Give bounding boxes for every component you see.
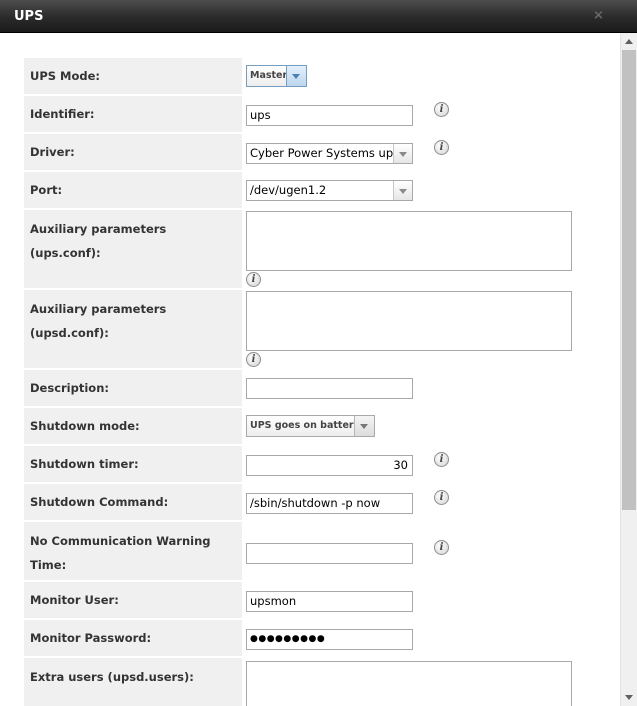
row-aux-upsd: Auxiliary parameters (upsd.conf): i <box>24 290 620 368</box>
shutdown-command-input[interactable]: /sbin/shutdown -p now <box>246 493 413 514</box>
shutdown-mode-value: UPS goes on battery <box>250 420 360 431</box>
dialog-content: UPS Mode: Master Identifier: ups i Drive… <box>4 33 620 706</box>
info-icon[interactable]: i <box>434 490 449 505</box>
row-shutdown-command: Shutdown Command: /sbin/shutdown -p now … <box>24 484 620 520</box>
row-monitor-password: Monitor Password: ●●●●●●●●● <box>24 620 620 656</box>
ups-mode-select[interactable]: Master <box>246 65 307 87</box>
label-cell: Driver: <box>24 134 242 170</box>
dialog-titlebar[interactable]: UPS ⨯ <box>0 0 637 33</box>
row-monitor-user: Monitor User: upsmon <box>24 582 620 618</box>
label-cell: Identifier: <box>24 96 242 132</box>
identifier-label: Identifier: <box>30 107 95 121</box>
label-cell: UPS Mode: <box>24 58 242 94</box>
label-cell: Description: <box>24 370 242 406</box>
ups-mode-label: UPS Mode: <box>30 69 101 83</box>
close-icon[interactable]: ⨯ <box>593 8 604 23</box>
driver-value: Cyber Power Systems ups <box>250 146 400 160</box>
aux-upsd-label-line1: Auxiliary parameters <box>30 302 167 316</box>
dialog-title: UPS <box>14 9 44 24</box>
label-cell: Shutdown timer: <box>24 446 242 482</box>
label-cell: Shutdown mode: <box>24 408 242 444</box>
row-ups-mode: UPS Mode: Master <box>24 58 620 94</box>
info-icon[interactable]: i <box>434 540 449 555</box>
description-label: Description: <box>30 381 109 395</box>
chevron-down-icon[interactable] <box>393 144 412 163</box>
port-label: Port: <box>30 183 63 197</box>
row-identifier: Identifier: ups i <box>24 96 620 132</box>
port-select[interactable]: /dev/ugen1.2 <box>246 180 413 201</box>
extra-users-label: Extra users (upsd.users): <box>30 670 194 684</box>
label-cell: Monitor Password: <box>24 620 242 656</box>
label-cell: No Communication Warning Time: <box>24 522 242 580</box>
row-aux-ups: Auxiliary parameters (ups.conf): i <box>24 210 620 288</box>
aux-upsd-label-line2: (upsd.conf): <box>30 326 109 340</box>
info-icon[interactable]: i <box>246 272 261 287</box>
label-cell: Auxiliary parameters (upsd.conf): <box>24 290 242 368</box>
row-shutdown-timer: Shutdown timer: 30 i <box>24 446 620 482</box>
nocomm-warning-input[interactable] <box>246 543 413 564</box>
ups-dialog: UPS ⨯ UPS Mode: Master Identifier: ups i… <box>0 0 637 706</box>
nocomm-label-line1: No Communication Warning <box>30 534 211 548</box>
label-cell: Extra users (upsd.users): <box>24 658 242 706</box>
driver-select[interactable]: Cyber Power Systems ups <box>246 143 413 164</box>
aux-ups-label-line1: Auxiliary parameters <box>30 222 167 236</box>
row-shutdown-mode: Shutdown mode: UPS goes on battery <box>24 408 620 444</box>
row-nocomm-warning: No Communication Warning Time: i <box>24 522 620 580</box>
row-driver: Driver: Cyber Power Systems ups i <box>24 134 620 170</box>
description-input[interactable] <box>246 378 413 399</box>
monitor-password-label: Monitor Password: <box>30 631 152 645</box>
row-description: Description: <box>24 370 620 406</box>
shutdown-mode-select[interactable]: UPS goes on battery <box>246 415 375 437</box>
label-cell: Auxiliary parameters (ups.conf): <box>24 210 242 288</box>
label-cell: Port: <box>24 172 242 208</box>
shutdown-timer-label: Shutdown timer: <box>30 457 139 471</box>
info-icon[interactable]: i <box>246 352 261 367</box>
scroll-up-arrow-icon[interactable] <box>621 33 637 50</box>
monitor-user-label: Monitor User: <box>30 593 119 607</box>
shutdown-mode-label: Shutdown mode: <box>30 419 140 433</box>
scroll-down-arrow-icon[interactable] <box>621 689 637 706</box>
label-cell: Shutdown Command: <box>24 484 242 520</box>
label-cell: Monitor User: <box>24 582 242 618</box>
scrollbar[interactable] <box>620 33 637 706</box>
monitor-user-input[interactable]: upsmon <box>246 591 413 612</box>
monitor-password-input[interactable]: ●●●●●●●●● <box>246 629 413 650</box>
port-value: /dev/ugen1.2 <box>250 183 327 197</box>
shutdown-timer-input[interactable]: 30 <box>246 455 413 476</box>
row-port: Port: /dev/ugen1.2 <box>24 172 620 208</box>
aux-upsd-textarea[interactable] <box>246 291 572 351</box>
scrollbar-thumb[interactable] <box>622 50 636 510</box>
aux-ups-textarea[interactable] <box>246 211 572 271</box>
driver-label: Driver: <box>30 145 75 159</box>
chevron-down-icon[interactable] <box>354 416 374 436</box>
info-icon[interactable]: i <box>434 452 449 467</box>
identifier-input[interactable]: ups <box>246 105 413 126</box>
info-icon[interactable]: i <box>434 140 449 155</box>
info-icon[interactable]: i <box>434 102 449 117</box>
ups-mode-value: Master <box>250 70 288 81</box>
extra-users-textarea[interactable] <box>246 661 572 706</box>
row-extra-users: Extra users (upsd.users): <box>24 658 620 706</box>
shutdown-command-label: Shutdown Command: <box>30 495 169 509</box>
aux-ups-label-line2: (ups.conf): <box>30 246 101 260</box>
chevron-down-icon[interactable] <box>286 66 306 86</box>
nocomm-label-line2: Time: <box>30 558 67 572</box>
chevron-down-icon[interactable] <box>393 181 412 200</box>
